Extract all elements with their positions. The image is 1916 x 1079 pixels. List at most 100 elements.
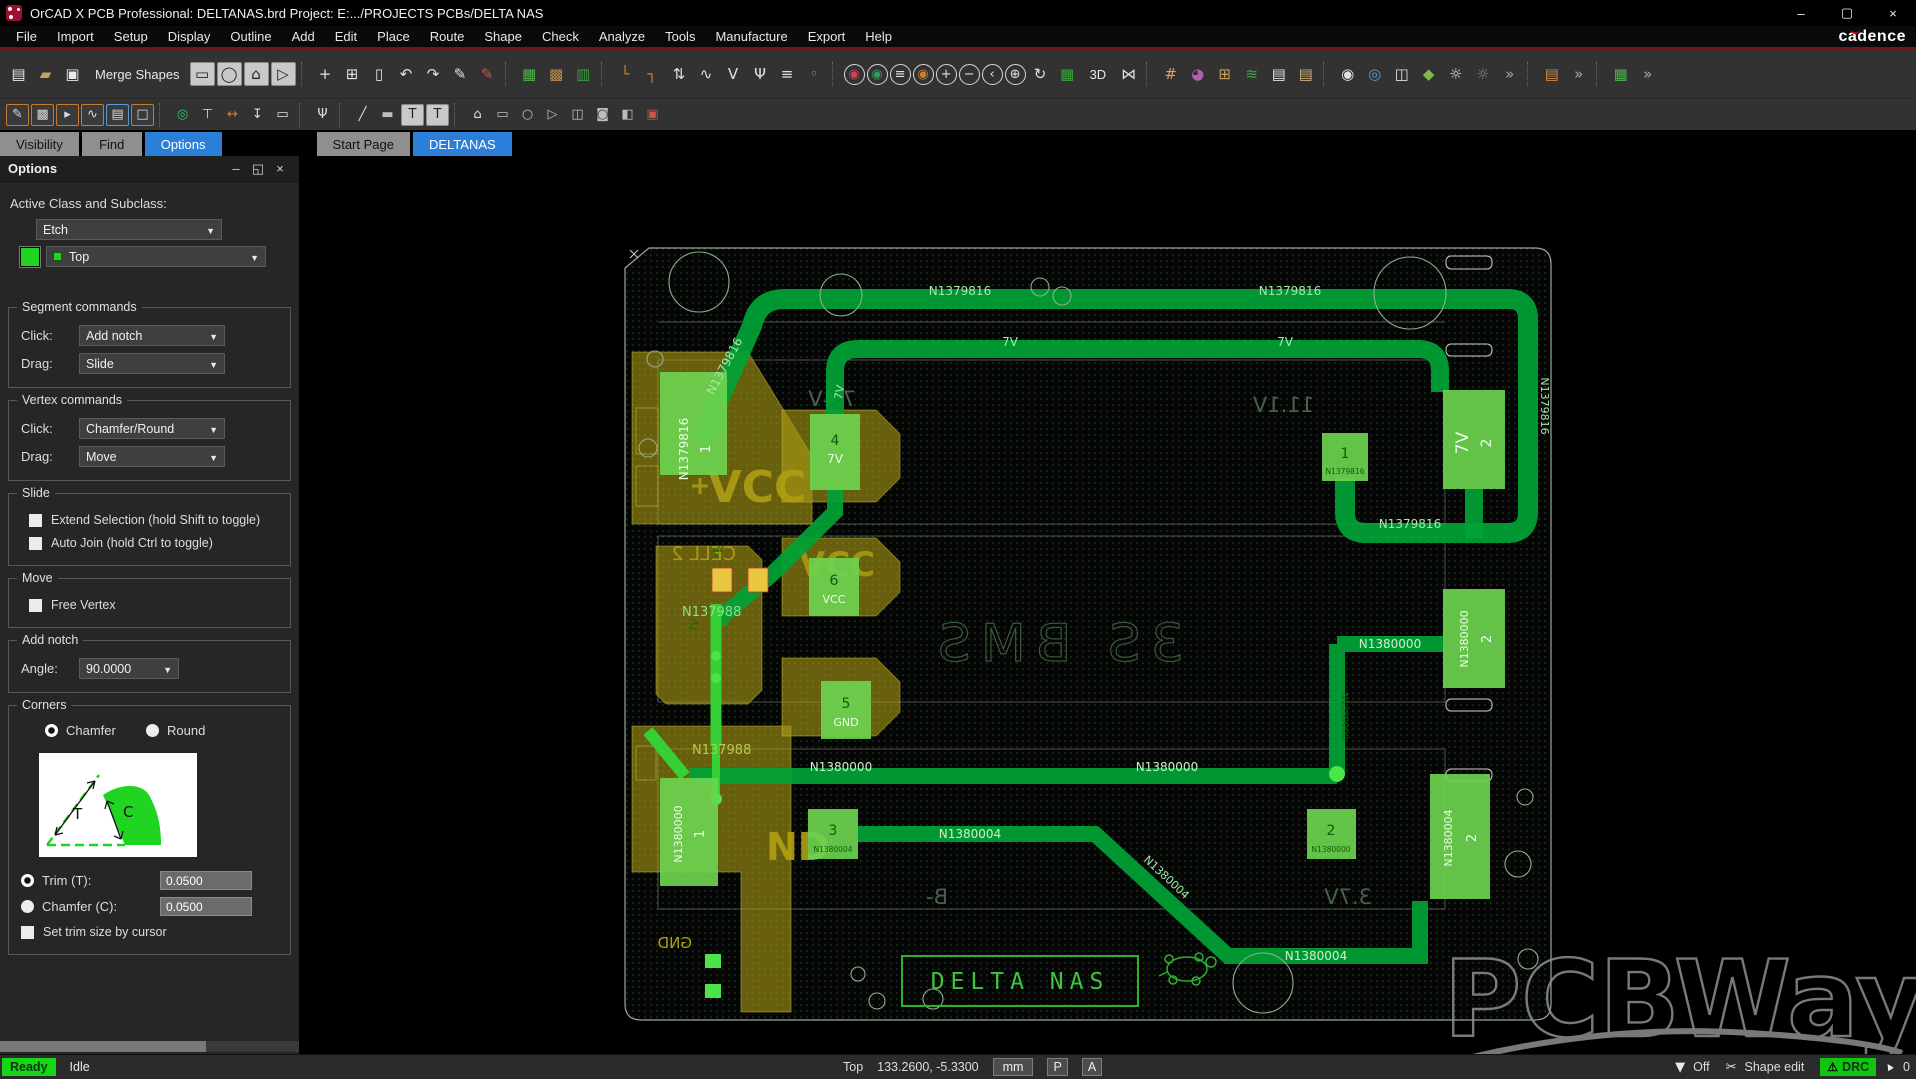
trim-radio[interactable] xyxy=(21,874,34,887)
vertex-drag-dropdown[interactable]: Move xyxy=(79,446,225,467)
menu-tools[interactable]: Tools xyxy=(655,26,705,47)
menu-setup[interactable]: Setup xyxy=(104,26,158,47)
overflow-icon-3[interactable]: » xyxy=(1635,62,1660,86)
chamfer-radio[interactable] xyxy=(45,724,58,737)
save-icon[interactable]: ▣ xyxy=(60,62,85,86)
highlight-on-icon[interactable]: ☼ xyxy=(1443,62,1468,86)
tab-visibility[interactable]: Visibility xyxy=(0,132,79,156)
shape-pick-icon[interactable]: ▷ xyxy=(271,62,296,86)
shape-void-icon[interactable]: ◙ xyxy=(591,104,614,126)
shape-merge-icon[interactable]: ◫ xyxy=(566,104,589,126)
chamfer-size-radio[interactable] xyxy=(21,900,34,913)
menu-file[interactable]: File xyxy=(6,26,47,47)
refresh-icon[interactable]: ↻ xyxy=(1028,62,1053,86)
open-folder-icon[interactable]: ▰ xyxy=(33,62,58,86)
add-line-icon[interactable]: ╱ xyxy=(351,104,374,126)
subclass-dropdown[interactable]: Top xyxy=(46,246,266,267)
view-3d-icon[interactable]: ▦ xyxy=(1055,62,1080,86)
a-button[interactable]: A xyxy=(1082,1058,1102,1076)
round-radio[interactable] xyxy=(146,724,159,737)
route-fanout-icon[interactable]: Ψ xyxy=(748,62,773,86)
zoom-selection-icon[interactable]: ◎ xyxy=(171,104,194,126)
frame-tool-icon[interactable]: □ xyxy=(131,104,154,126)
shape-half-icon[interactable]: ◧ xyxy=(616,104,639,126)
angle-dropdown[interactable]: 90.0000 xyxy=(79,658,179,679)
menu-display[interactable]: Display xyxy=(158,26,221,47)
drc-browser-icon[interactable]: ◉ xyxy=(844,64,865,85)
route-connect-icon[interactable]: ┐ xyxy=(640,62,665,86)
units-button[interactable]: mm xyxy=(993,1058,1034,1076)
menu-route[interactable]: Route xyxy=(420,26,475,47)
menu-edit[interactable]: Edit xyxy=(325,26,367,47)
auto-join-checkbox[interactable] xyxy=(29,537,42,550)
delete-icon[interactable]: ▯ xyxy=(367,62,392,86)
view-cube-icon[interactable]: ◫ xyxy=(1389,62,1414,86)
place-ic-icon[interactable]: ▩ xyxy=(544,62,569,86)
add-rect-icon[interactable]: ▬ xyxy=(376,104,399,126)
report-icon[interactable]: ▤ xyxy=(1266,62,1291,86)
chamfer-input[interactable] xyxy=(160,897,252,916)
doc-tab-deltanas[interactable]: DELTANAS xyxy=(413,132,512,156)
new-file-icon[interactable]: ▤ xyxy=(6,62,31,86)
pcb-canvas[interactable]: VCC VCC CELL 2 ND GND 7.4V 11.1V 3.7V B-… xyxy=(300,156,1916,1054)
menu-add[interactable]: Add xyxy=(282,26,325,47)
move-icon[interactable]: + xyxy=(313,62,338,86)
menu-analyze[interactable]: Analyze xyxy=(589,26,655,47)
highlight-off-icon[interactable]: ☼ xyxy=(1470,62,1495,86)
doc-settings-icon[interactable]: ▤ xyxy=(1293,62,1318,86)
color-wheel-icon[interactable]: ◕ xyxy=(1185,62,1210,86)
visibility-eye-icon[interactable]: ◉ xyxy=(1335,62,1360,86)
filter-icon[interactable]: ▼ xyxy=(1675,1060,1685,1075)
export-signal-icon[interactable]: ▤ xyxy=(106,104,129,126)
shape-circle-icon[interactable]: ◯ xyxy=(217,62,242,86)
shatter-icon[interactable]: ◉ xyxy=(913,64,934,85)
redo-icon[interactable]: ↷ xyxy=(421,62,446,86)
shape-home-icon[interactable]: ⌂ xyxy=(466,104,489,126)
zoom-out-icon[interactable]: − xyxy=(959,64,980,85)
place-connector-icon[interactable]: ▥ xyxy=(571,62,596,86)
route-swap-icon[interactable]: ⇅ xyxy=(667,62,692,86)
doc-tab-start-page[interactable]: Start Page xyxy=(317,132,410,156)
minimize-button[interactable]: – xyxy=(1778,0,1824,26)
grid-icon[interactable]: # xyxy=(1158,62,1183,86)
vertex-click-dropdown[interactable]: Chamfer/Round xyxy=(79,418,225,439)
panel-hscrollbar[interactable] xyxy=(0,1041,299,1052)
copy-icon[interactable]: ⊞ xyxy=(340,62,365,86)
measure-icon[interactable]: ▭ xyxy=(271,104,294,126)
shape-rect2-icon[interactable]: ▭ xyxy=(491,104,514,126)
p-button[interactable]: P xyxy=(1047,1058,1067,1076)
menu-manufacture[interactable]: Manufacture xyxy=(705,26,797,47)
unfix-icon[interactable]: ✎ xyxy=(475,62,500,86)
tab-find[interactable]: Find xyxy=(82,132,142,156)
overflow-icon-1[interactable]: » xyxy=(1497,62,1522,86)
search-icon[interactable]: ◎ xyxy=(1362,62,1387,86)
segment-click-dropdown[interactable]: Add notch xyxy=(79,325,225,346)
shape-rect-icon[interactable]: ▭ xyxy=(190,62,215,86)
panel-hscrollbar-thumb[interactable] xyxy=(0,1041,206,1052)
shape-edit-icon[interactable]: ✂ xyxy=(1726,1060,1737,1075)
menu-check[interactable]: Check xyxy=(532,26,589,47)
fix-icon[interactable]: ✎ xyxy=(448,62,473,86)
edit-padstack-icon[interactable]: ✎ xyxy=(6,104,29,126)
route-slide-icon[interactable]: └ xyxy=(613,62,638,86)
menu-import[interactable]: Import xyxy=(47,26,104,47)
route-ratline-icon[interactable]: ∿ xyxy=(694,62,719,86)
view-copy-icon[interactable]: ⊞ xyxy=(1212,62,1237,86)
shape-delete-icon[interactable]: ▣ xyxy=(641,104,664,126)
shape-polygon-icon[interactable]: ⌂ xyxy=(244,62,269,86)
add-via-icon[interactable]: ◦ xyxy=(802,62,827,86)
drc-badge[interactable]: ⚠ DRC xyxy=(1820,1058,1876,1076)
layers-icon[interactable]: ≋ xyxy=(1239,62,1264,86)
panel-restore-icon[interactable]: ◱ xyxy=(247,161,269,177)
zoom-in-icon[interactable]: + xyxy=(936,64,957,85)
segment-drag-dropdown[interactable]: Slide xyxy=(79,353,225,374)
route-vertex-icon[interactable]: V xyxy=(721,62,746,86)
align-drop-icon[interactable]: ⊤ xyxy=(196,104,219,126)
menu-outline[interactable]: Outline xyxy=(220,26,281,47)
tab-options[interactable]: Options xyxy=(145,132,222,156)
pcb-doc-icon[interactable]: ▦ xyxy=(1608,62,1633,86)
ratsnest-icon[interactable]: Ψ xyxy=(311,104,334,126)
free-vertex-checkbox[interactable] xyxy=(29,599,42,612)
select-cursor-icon[interactable]: ▸ xyxy=(56,104,79,126)
menu-export[interactable]: Export xyxy=(798,26,856,47)
